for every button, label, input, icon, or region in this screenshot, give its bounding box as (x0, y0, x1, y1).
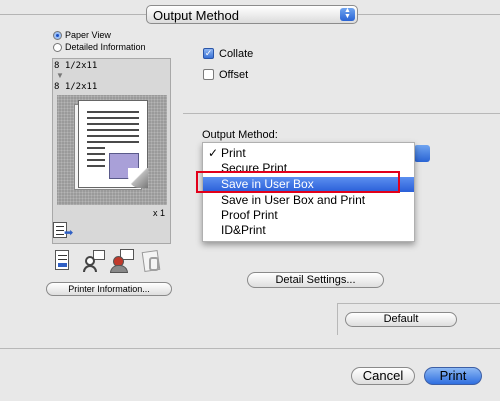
output-method-popup-arrow-icon (414, 145, 430, 162)
vertical-divider (337, 303, 338, 335)
default-button[interactable]: Default (345, 312, 457, 327)
print-button[interactable]: Print (424, 367, 482, 385)
popup-arrows-icon: ▲ ▼ (340, 7, 355, 21)
paper-view-radio[interactable] (53, 31, 62, 40)
output-method-panel-popup[interactable]: Output Method ▲ ▼ (146, 5, 358, 24)
highlight-annotation-box (196, 171, 400, 193)
output-method-label: Output Method: (202, 129, 278, 141)
checkmark-icon: ✓ (208, 146, 219, 160)
copies-count: x 1 (153, 208, 166, 218)
menu-item-print[interactable]: ✓ Print (203, 146, 414, 161)
detail-settings-button[interactable]: Detail Settings... (247, 272, 384, 288)
paper-view-label: Paper View (65, 30, 111, 40)
printer-information-button[interactable]: Printer Information... (46, 282, 172, 296)
collate-checkbox[interactable]: ✓ (203, 48, 214, 59)
detailed-information-label: Detailed Information (65, 42, 146, 52)
offset-checkbox[interactable] (203, 69, 214, 80)
secure-lock-icon (139, 249, 163, 273)
menu-item-save-in-user-box-and-print[interactable]: Save in User Box and Print (203, 193, 414, 208)
panel-popup-label: Output Method (153, 8, 239, 23)
top-separator-left (0, 14, 146, 15)
section-divider (183, 113, 500, 114)
account-user-icon (110, 249, 134, 273)
footer-divider (0, 348, 500, 349)
default-divider (337, 303, 500, 304)
menu-item-id-print[interactable]: ID&Print (203, 223, 414, 238)
user-box-icon (83, 250, 105, 272)
detailed-information-radio[interactable] (53, 43, 62, 52)
output-paper-size: 8 1/2x11 (54, 82, 98, 92)
arrow-down-icon: ▼ (56, 71, 64, 80)
cancel-button[interactable]: Cancel (351, 367, 415, 385)
original-paper-size: 8 1/2x11 (54, 61, 98, 71)
menu-item-proof-print[interactable]: Proof Print (203, 208, 414, 223)
arrow-right-icon: ➡ (64, 227, 74, 239)
collate-label: Collate (219, 48, 254, 60)
top-separator-right (358, 14, 500, 15)
document-icon (55, 250, 69, 270)
offset-label: Offset (219, 69, 249, 81)
